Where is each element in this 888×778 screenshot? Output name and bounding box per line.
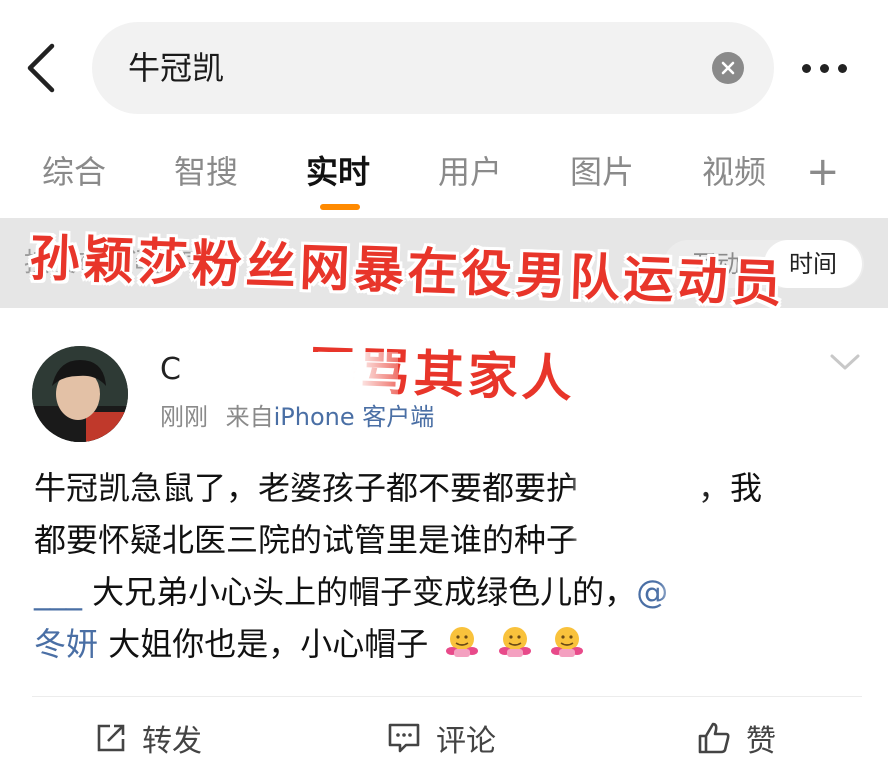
post-source[interactable]: iPhone 客户端 <box>274 403 435 431</box>
hugging-face-emoji-icon <box>446 627 479 657</box>
post-time: 刚刚 <box>160 403 208 431</box>
mention-link[interactable]: ___ <box>34 573 82 611</box>
content-text: 大兄弟小心头上的帽子变成绿色儿的， <box>82 573 637 611</box>
tab-videos[interactable]: 视频 <box>702 142 766 202</box>
search-input[interactable]: 牛冠凯 <box>128 22 224 114</box>
comment-icon <box>388 723 420 753</box>
repost-label: 转发 <box>142 724 202 759</box>
redaction-blur <box>578 469 699 505</box>
tab-realtime[interactable]: 实时 <box>306 142 370 202</box>
content-line: 冬妍 大姐你也是，小心帽子 <box>34 618 854 670</box>
hugging-face-emoji-icon <box>550 627 583 657</box>
tab-images[interactable]: 图片 <box>570 142 634 202</box>
like-button[interactable]: 赞 <box>696 716 776 760</box>
comment-label: 评论 <box>436 724 496 759</box>
tab-composite[interactable]: 综合 <box>42 142 106 202</box>
tab-smart-search[interactable]: 智搜 <box>174 142 238 202</box>
username-redaction <box>248 352 398 396</box>
more-icon-dot <box>820 63 829 73</box>
tab-users[interactable]: 用户 <box>438 142 502 202</box>
content-text: 大姐你也是，小心帽子 <box>98 625 429 663</box>
more-icon-dot <box>838 63 847 73</box>
add-tab-button[interactable]: + <box>806 142 840 202</box>
avatar[interactable] <box>32 346 128 442</box>
post-meta: 刚刚 来自iPhone 客户端 <box>160 400 434 434</box>
username[interactable]: C <box>160 352 181 387</box>
divider <box>32 696 862 697</box>
post-source-prefix: 来自 <box>225 403 274 431</box>
content-line: ___ 大兄弟小心头上的帽子变成绿色儿的，@ <box>34 566 854 618</box>
content-text: 都要怀疑北医三院的试管里是谁的种子 <box>34 521 579 559</box>
like-label: 赞 <box>746 724 776 759</box>
more-icon <box>802 63 811 73</box>
content-line: 都要怀疑北医三院的试管里是谁的种子 <box>34 514 854 566</box>
mention-link[interactable]: 冬妍 <box>34 625 98 663</box>
chevron-down-icon[interactable] <box>828 352 862 372</box>
clear-icon[interactable] <box>712 52 744 84</box>
content-text: 牛冠凯急鼠了，老婆孩子都不要都要护 <box>34 469 579 507</box>
hugging-face-emoji-icon <box>498 627 531 657</box>
active-tab-indicator <box>320 204 360 210</box>
chevron-left-icon <box>27 43 55 93</box>
redaction-blur <box>668 573 769 609</box>
thumbs-up-icon <box>698 722 730 754</box>
back-button[interactable] <box>22 42 58 94</box>
content-text: ，我 <box>698 469 763 507</box>
comment-button[interactable]: 评论 <box>386 716 496 760</box>
repost-button[interactable]: 转发 <box>94 716 202 760</box>
post-content: 牛冠凯急鼠了，老婆孩子都不要都要护 ，我 都要怀疑北医三院的试管里是谁的种子 __… <box>34 462 854 670</box>
tab-bar: 综合 智搜 实时 用户 图片 视频 + <box>0 142 888 212</box>
mention-link[interactable]: @ <box>636 573 668 611</box>
share-icon <box>97 724 125 752</box>
content-line: 牛冠凯急鼠了，老婆孩子都不要都要护 ，我 <box>34 462 854 514</box>
redaction-blur <box>578 521 779 557</box>
search-box[interactable]: 牛冠凯 <box>92 22 774 114</box>
more-button[interactable] <box>802 56 862 80</box>
